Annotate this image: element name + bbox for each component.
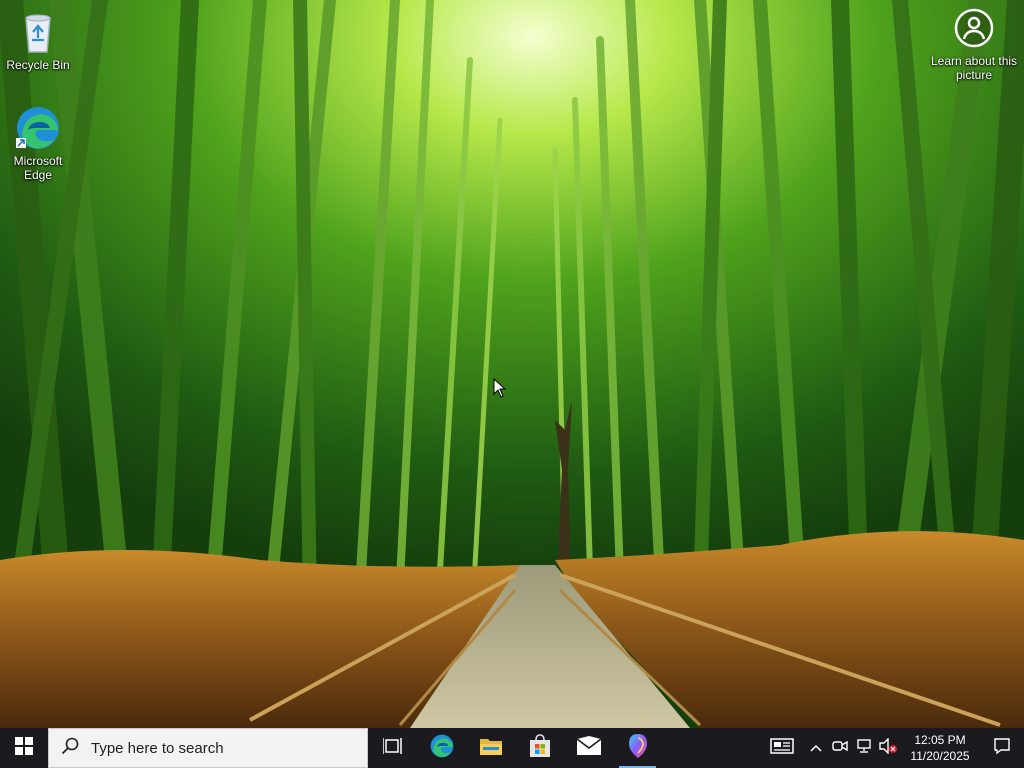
clock[interactable]: 12:05 PM 11/20/2025	[900, 732, 980, 764]
mouse-pointer-icon	[493, 377, 507, 403]
news-icon	[770, 737, 794, 759]
learn-about-picture[interactable]: Learn about this picture	[924, 8, 1024, 82]
notification-icon	[993, 737, 1011, 760]
system-tray: 12:05 PM 11/20/2025	[760, 728, 1024, 768]
desktop-wallpaper	[0, 0, 1024, 728]
taskbar-edge-button[interactable]	[417, 728, 466, 768]
chevron-up-icon	[810, 739, 822, 757]
show-hidden-icons-button[interactable]	[804, 728, 828, 768]
edge-icon	[14, 104, 62, 152]
mail-icon	[576, 735, 602, 761]
recycle-bin-icon	[14, 8, 62, 56]
meet-now-icon	[832, 739, 848, 758]
task-view-icon	[381, 737, 403, 760]
taskbar-copilot-button[interactable]	[613, 728, 662, 768]
taskbar: 12:05 PM 11/20/2025	[0, 728, 1024, 768]
start-button[interactable]	[0, 728, 48, 768]
task-view-button[interactable]	[368, 728, 417, 768]
notification-center-button[interactable]	[980, 728, 1024, 768]
desktop-icon-recycle-bin[interactable]: Recycle Bin	[0, 8, 76, 72]
volume-muted-icon	[879, 736, 897, 759]
desktop-icon-label: Recycle Bin	[6, 58, 70, 72]
camera-icon	[954, 8, 994, 48]
learn-about-label: Learn about this picture	[930, 54, 1018, 82]
clock-date: 11/20/2025	[910, 749, 970, 763]
search-input[interactable]	[89, 738, 343, 758]
copilot-icon	[627, 733, 649, 764]
network-icon	[856, 738, 872, 758]
taskbar-mail-button[interactable]	[564, 728, 613, 768]
search-box[interactable]	[48, 728, 368, 768]
desktop-icon-label: Microsoft Edge	[13, 154, 63, 182]
network-button[interactable]	[852, 728, 876, 768]
taskbar-store-button[interactable]	[515, 728, 564, 768]
folder-icon	[479, 736, 503, 761]
search-icon	[61, 737, 79, 760]
clock-time: 12:05 PM	[914, 733, 966, 747]
meet-now-button[interactable]	[828, 728, 852, 768]
volume-button[interactable]	[876, 728, 900, 768]
edge-icon	[429, 733, 455, 764]
store-icon	[528, 733, 552, 763]
desktop-icon-edge[interactable]: Microsoft Edge	[0, 104, 76, 182]
news-widget-button[interactable]	[760, 728, 804, 768]
taskbar-file-explorer-button[interactable]	[466, 728, 515, 768]
windows-logo-icon	[15, 736, 33, 760]
